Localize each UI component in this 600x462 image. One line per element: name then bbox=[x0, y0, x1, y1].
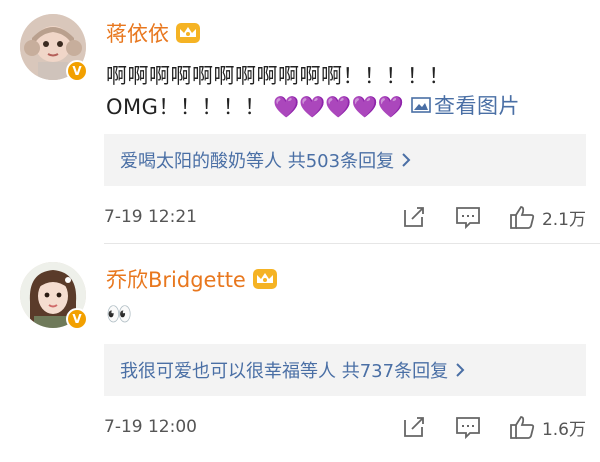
chevron-right-icon bbox=[402, 153, 411, 167]
avatar[interactable]: V bbox=[20, 14, 88, 82]
like-button[interactable]: 1.6万 bbox=[508, 414, 586, 440]
timestamp: 7-19 12:21 bbox=[104, 207, 197, 227]
comment-text-line-1: 👀 bbox=[106, 302, 133, 326]
comment-icon[interactable] bbox=[454, 204, 482, 230]
replies-summary: 我很可爱也可以很幸福等人 共737条回复 bbox=[120, 361, 449, 382]
verified-v-icon: V bbox=[66, 308, 88, 330]
comment-item: V 乔欣Bridgette 👀 我很可爱也可以很幸福等人 共737条回复 7-1… bbox=[0, 244, 600, 462]
view-picture-label: 查看图片 bbox=[434, 94, 521, 118]
comment-text-line-2: OMG！！！！！ 💜💜💜💜💜 查看图片 bbox=[106, 90, 520, 121]
view-picture-link[interactable]: 查看图片 bbox=[411, 90, 520, 120]
thumbs-up-icon bbox=[510, 416, 535, 439]
timestamp: 7-19 12:00 bbox=[104, 417, 197, 437]
thumbs-up-icon bbox=[510, 206, 535, 229]
username-text: 乔欣Bridgette bbox=[106, 268, 246, 292]
avatar[interactable]: V bbox=[20, 262, 88, 330]
chevron-right-icon bbox=[456, 363, 465, 377]
like-button[interactable]: 2.1万 bbox=[508, 204, 586, 230]
comment-footer: 7-19 12:00 1.6万 bbox=[104, 412, 586, 442]
username[interactable]: 蒋依依 bbox=[106, 18, 201, 48]
like-count: 1.6万 bbox=[541, 419, 586, 440]
comment-text-line-1: 啊啊啊啊啊啊啊啊啊啊啊！！！！！ bbox=[106, 64, 450, 88]
share-icon[interactable] bbox=[400, 204, 428, 230]
comment-icon[interactable] bbox=[454, 414, 482, 440]
purple-hearts: 💜💜💜💜💜 bbox=[273, 95, 404, 119]
replies-preview[interactable]: 我很可爱也可以很幸福等人 共737条回复 bbox=[104, 344, 586, 396]
comment-item: V 蒋依依 啊啊啊啊啊啊啊啊啊啊啊！！！！！ OMG！！！！！ 💜💜💜💜💜 查看… bbox=[0, 0, 600, 244]
replies-summary: 爱喝太阳的酸奶等人 共503条回复 bbox=[120, 151, 395, 172]
like-count: 2.1万 bbox=[541, 209, 586, 230]
replies-preview[interactable]: 爱喝太阳的酸奶等人 共503条回复 bbox=[104, 134, 586, 186]
verified-v-icon: V bbox=[66, 60, 88, 82]
username[interactable]: 乔欣Bridgette bbox=[106, 264, 278, 294]
crown-icon bbox=[252, 269, 277, 289]
username-text: 蒋依依 bbox=[106, 22, 169, 46]
picture-icon bbox=[411, 97, 431, 113]
comment-text: OMG！！！！！ bbox=[106, 95, 266, 119]
share-icon[interactable] bbox=[400, 414, 428, 440]
comment-footer: 7-19 12:21 2.1万 bbox=[104, 202, 586, 232]
crown-icon bbox=[176, 23, 200, 43]
